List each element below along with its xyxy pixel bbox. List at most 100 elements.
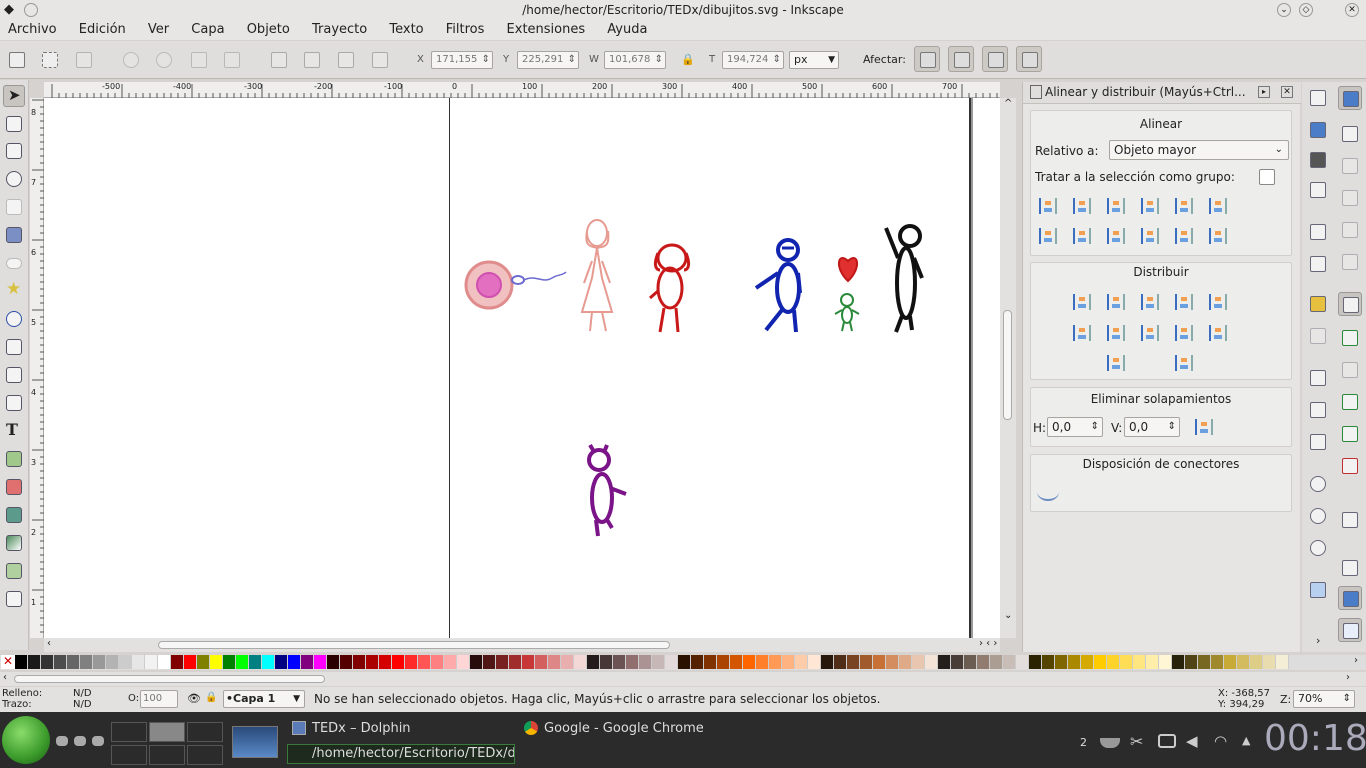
color-swatch[interactable]: [1120, 655, 1133, 669]
activity-dot-icon[interactable]: [56, 736, 68, 746]
distribute-centers-horizontal-icon[interactable]: [1103, 291, 1127, 315]
h-gap-input[interactable]: 0,0 ⇕: [1047, 417, 1103, 437]
desktop-pager-3[interactable]: [187, 722, 223, 742]
distribute-left-edges-icon[interactable]: [1069, 291, 1093, 315]
unit-select[interactable]: px ▼: [789, 51, 839, 69]
stroke-value[interactable]: N/D: [73, 699, 92, 710]
color-swatch[interactable]: [1133, 655, 1146, 669]
selector-tool[interactable]: ➤: [3, 85, 25, 107]
color-swatch[interactable]: [1185, 655, 1198, 669]
snap-line-midpoints-button[interactable]: [1338, 454, 1362, 478]
color-swatch[interactable]: [847, 655, 860, 669]
x-input[interactable]: 171,155: [431, 51, 493, 69]
horizontal-ruler[interactable]: -500 -400 -300 -200 -100 0 100 200 300 4…: [44, 82, 1005, 98]
palette-scrollbar[interactable]: ‹ ›: [0, 672, 1366, 686]
color-swatch[interactable]: [1224, 655, 1237, 669]
color-swatch[interactable]: [1276, 655, 1289, 669]
rotate-cw-button[interactable]: [151, 47, 177, 73]
cut-button[interactable]: [1306, 398, 1330, 422]
color-swatch[interactable]: [860, 655, 873, 669]
redo-button[interactable]: [1306, 324, 1330, 348]
remove-overlaps-icon[interactable]: [1191, 416, 1215, 440]
distribute-bottom-edges-icon[interactable]: [1137, 322, 1161, 346]
desktop-pager-1[interactable]: [111, 722, 147, 742]
color-swatch[interactable]: [587, 655, 600, 669]
deselect-button[interactable]: [71, 47, 97, 73]
color-swatch[interactable]: [873, 655, 886, 669]
color-swatch[interactable]: [1198, 655, 1211, 669]
pencil-tool[interactable]: [3, 336, 25, 358]
desktop-pager-5[interactable]: [149, 745, 185, 765]
menu-ayuda[interactable]: Ayuda: [607, 22, 647, 37]
activity-dot-icon[interactable]: [92, 736, 104, 746]
color-swatch[interactable]: [366, 655, 379, 669]
y-input[interactable]: 225,291: [517, 51, 579, 69]
color-swatch[interactable]: [925, 655, 938, 669]
distribute-baselines-horizontal-icon[interactable]: [1205, 291, 1229, 315]
color-swatch[interactable]: [119, 655, 132, 669]
color-swatch[interactable]: [158, 655, 171, 669]
color-swatch[interactable]: [1016, 655, 1029, 669]
menu-extensiones[interactable]: Extensiones: [507, 22, 586, 37]
color-swatch[interactable]: [912, 655, 925, 669]
color-swatch[interactable]: [379, 655, 392, 669]
tray-expand-icon[interactable]: ▲: [1242, 734, 1250, 747]
save-button[interactable]: [1306, 148, 1330, 172]
layer-lock-icon[interactable]: 🔒: [205, 692, 217, 703]
color-swatch[interactable]: [1107, 655, 1120, 669]
snap-cusp-nodes-button[interactable]: [1338, 390, 1362, 414]
scale-corners-toggle[interactable]: [948, 46, 974, 72]
w-input[interactable]: 101,678: [604, 51, 666, 69]
randomize-positions-icon[interactable]: [1103, 352, 1127, 376]
window-thumbnail[interactable]: [232, 726, 278, 758]
group-checkbox[interactable]: [1259, 169, 1275, 185]
color-swatch[interactable]: [262, 655, 275, 669]
align-baseline-vertical-icon[interactable]: [1205, 195, 1229, 219]
align-bottom-to-top-anchor-icon[interactable]: [1035, 225, 1059, 249]
open-button[interactable]: [1306, 118, 1330, 142]
scale-stroke-toggle[interactable]: [914, 46, 940, 72]
color-swatch[interactable]: [795, 655, 808, 669]
lower-button[interactable]: [299, 47, 325, 73]
color-swatch[interactable]: [444, 655, 457, 669]
spray-tool[interactable]: [3, 448, 25, 470]
close-icon[interactable]: ✕: [1345, 3, 1359, 17]
color-swatch[interactable]: [171, 655, 184, 669]
color-swatch[interactable]: [15, 655, 28, 669]
volume-icon[interactable]: ◀: [1186, 732, 1198, 750]
flip-vertical-button[interactable]: [219, 47, 245, 73]
copy-button[interactable]: [1306, 366, 1330, 390]
klipper-icon[interactable]: [1158, 734, 1176, 748]
align-bottom-edges-icon[interactable]: [1137, 225, 1161, 249]
color-swatch[interactable]: [431, 655, 444, 669]
center-vertical-axis-icon[interactable]: [1103, 195, 1127, 219]
menu-capa[interactable]: Capa: [191, 22, 224, 37]
vertical-scrollbar[interactable]: ^ ⌄: [1000, 98, 1016, 638]
menu-filtros[interactable]: Filtros: [446, 22, 485, 37]
color-swatch[interactable]: [1055, 655, 1068, 669]
vertical-scroll-thumb[interactable]: [1003, 310, 1012, 420]
color-swatch[interactable]: [145, 655, 158, 669]
snap-smooth-nodes-button[interactable]: [1338, 422, 1362, 446]
align-baseline-horizontal-icon[interactable]: [1205, 225, 1229, 249]
snap-paths-button[interactable]: [1338, 326, 1362, 350]
v-gap-input[interactable]: 0,0 ⇕: [1124, 417, 1180, 437]
color-swatch[interactable]: [275, 655, 288, 669]
distribute-centers-vertical-icon[interactable]: [1103, 322, 1127, 346]
color-swatch[interactable]: [496, 655, 509, 669]
3d-box-tool[interactable]: [3, 224, 25, 246]
scroll-right-icon[interactable]: › ‹ ›: [979, 638, 997, 649]
menu-texto[interactable]: Texto: [389, 22, 423, 37]
paste-button[interactable]: [1306, 430, 1330, 454]
lower-to-bottom-button[interactable]: [266, 47, 292, 73]
more-commands-icon[interactable]: ›: [1316, 634, 1320, 647]
color-swatch[interactable]: [470, 655, 483, 669]
snap-grids-toggle[interactable]: [1338, 586, 1362, 610]
zoom-selection-button[interactable]: [1306, 472, 1330, 496]
color-swatch[interactable]: [405, 655, 418, 669]
spiral-tool[interactable]: [3, 308, 25, 330]
snap-bbox-midpoints-button[interactable]: [1338, 218, 1362, 242]
distribute-baselines-vertical-icon[interactable]: [1205, 322, 1229, 346]
palette-scroll-icon[interactable]: ›: [1354, 655, 1358, 666]
color-swatch[interactable]: [80, 655, 93, 669]
